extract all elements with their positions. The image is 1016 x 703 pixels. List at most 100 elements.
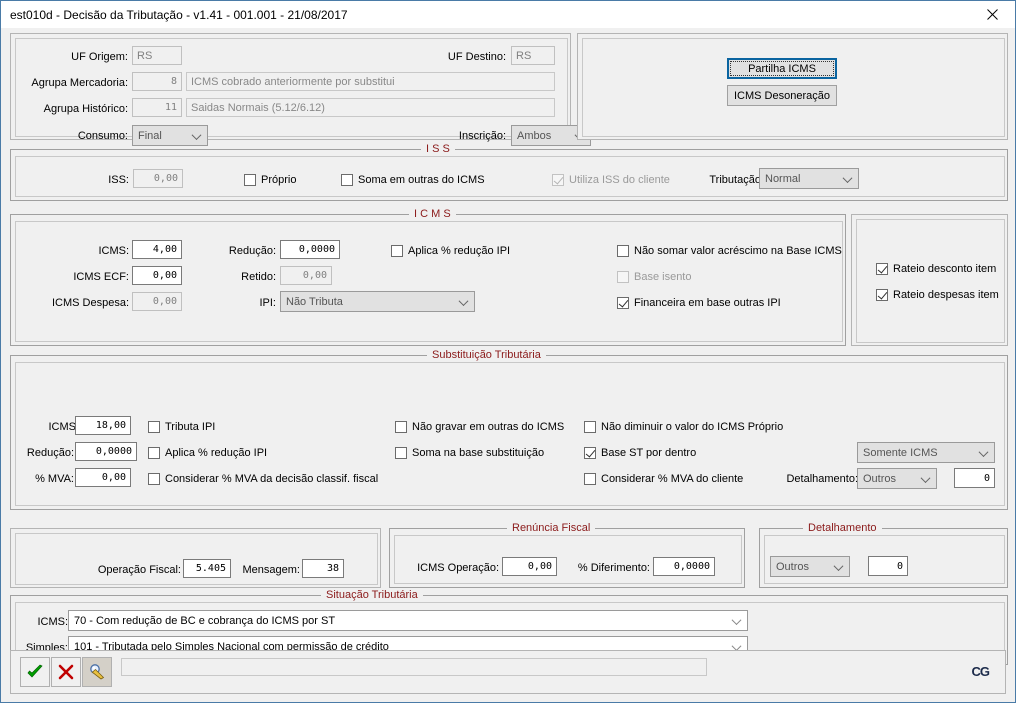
operacao-fiscal-panel: Operação Fiscal: 5.405 Mensagem: 38 xyxy=(10,528,381,588)
nao-somar-acrescimo-checkbox[interactable]: Não somar valor acréscimo na Base ICMS xyxy=(617,244,842,258)
partilha-icms-label: Partilha ICMS xyxy=(748,62,816,75)
check-icon xyxy=(27,664,43,678)
st-reducao-label: Redução: xyxy=(26,447,74,459)
ipi-select[interactable]: Não Tributa xyxy=(280,291,475,312)
considerar-mva-cliente-checkbox[interactable]: Considerar % MVA do cliente xyxy=(584,472,743,486)
substituicao-group-inner: ICMS: 18,00 Redução: 0,0000 % MVA: 0,00 … xyxy=(15,362,1005,506)
status-field[interactable] xyxy=(121,658,707,676)
retido-field[interactable]: 0,00 xyxy=(280,266,332,285)
proprio-label: Próprio xyxy=(261,174,297,186)
nao-diminuir-icms-proprio-checkbox[interactable]: Não diminuir o valor do ICMS Próprio xyxy=(584,420,783,434)
window-title: est010d - Decisão da Tributação - v1.41 … xyxy=(10,7,348,22)
proprio-checkbox[interactable]: Próprio xyxy=(244,173,296,187)
rateio-despesas-item-checkbox[interactable]: Rateio despesas item xyxy=(876,288,999,302)
st-mva-field[interactable]: 0,00 xyxy=(75,468,131,487)
icms-rate-label: ICMS: xyxy=(98,245,129,257)
rateio-desconto-item-checkbox[interactable]: Rateio desconto item xyxy=(876,262,996,276)
st-reducao-field[interactable]: 0,0000 xyxy=(75,442,137,461)
st-detalhamento-select[interactable]: Outros xyxy=(857,468,937,489)
icms-rate-field[interactable]: 4,00 xyxy=(132,240,182,259)
base-st-por-dentro-checkbox[interactable]: Base ST por dentro xyxy=(584,446,696,460)
checkbox-box xyxy=(148,447,160,459)
aplica-reducao-ipi-checkbox[interactable]: Aplica % redução IPI xyxy=(391,244,510,258)
st-mva-label: % MVA: xyxy=(35,473,74,485)
cancel-button[interactable] xyxy=(51,657,81,687)
checkbox-box xyxy=(617,271,629,283)
nao-gravar-outras-icms-checkbox[interactable]: Não gravar em outras do ICMS xyxy=(395,420,564,434)
consumo-label: Consumo: xyxy=(77,130,128,142)
uf-destino-field[interactable]: RS xyxy=(511,46,555,65)
detalhamento-select[interactable]: Outros xyxy=(770,556,850,577)
substituicao-caption: Substituição Tributária xyxy=(427,349,546,361)
agrupa-historico-label: Agrupa Histórico: xyxy=(43,103,128,115)
icms-desoneracao-button[interactable]: ICMS Desoneração xyxy=(727,85,837,106)
base-isento-label: Base isento xyxy=(634,271,692,283)
chevron-down-icon xyxy=(733,641,742,650)
checkbox-box xyxy=(552,174,564,186)
icms-despesa-field[interactable]: 0,00 xyxy=(132,292,182,311)
tributa-ipi-checkbox[interactable]: Tributa IPI xyxy=(148,420,215,434)
confirm-button[interactable] xyxy=(20,657,50,687)
agrupa-mercadoria-label: Agrupa Mercadoria: xyxy=(31,77,128,89)
checkbox-box xyxy=(244,174,256,186)
somente-icms-select[interactable]: Somente ICMS xyxy=(857,442,995,463)
iss-field[interactable]: 0,00 xyxy=(133,169,183,188)
st-icms-field[interactable]: 18,00 xyxy=(75,416,131,435)
st-detalhamento-label: Detalhamento: xyxy=(786,473,858,485)
consumo-select[interactable]: Final xyxy=(132,125,208,146)
checkbox-box xyxy=(617,245,629,257)
title-bar: est010d - Decisão da Tributação - v1.41 … xyxy=(1,1,1015,28)
chevron-down-icon xyxy=(835,561,844,570)
cancel-icon xyxy=(58,664,74,680)
diferimento-field[interactable]: 0,0000 xyxy=(653,557,715,576)
soma-base-substituicao-checkbox[interactable]: Soma na base substituição xyxy=(395,446,544,460)
tributacao-select[interactable]: Normal xyxy=(759,168,859,189)
close-icon[interactable] xyxy=(970,1,1015,28)
utiliza-iss-cliente-label: Utiliza ISS do cliente xyxy=(569,174,670,186)
checkbox-box xyxy=(876,289,888,301)
situacao-icms-select[interactable]: 70 - Com redução de BC e cobrança do ICM… xyxy=(68,610,748,631)
checkbox-box xyxy=(584,447,596,459)
st-detalhamento-code-field[interactable]: 0 xyxy=(954,468,995,488)
consumo-value: Final xyxy=(138,129,162,142)
situacao-icms-value: 70 - Com redução de BC e cobrança do ICM… xyxy=(74,614,336,627)
operacao-fiscal-field[interactable]: 5.405 xyxy=(183,559,231,578)
agrupa-mercadoria-desc-field[interactable]: ICMS cobrado anteriormente por substitui xyxy=(186,72,555,91)
magnifier-pencil-icon xyxy=(90,664,105,680)
rateio-panel-inner: Rateio desconto item Rateio despesas ite… xyxy=(856,219,1005,343)
icms-operacao-field[interactable]: 0,00 xyxy=(502,557,557,576)
st-aplica-reducao-ipi-checkbox[interactable]: Aplica % redução IPI xyxy=(148,446,267,460)
checkbox-box xyxy=(584,473,596,485)
iss-label: ISS: xyxy=(108,174,129,186)
uf-origem-field[interactable]: RS xyxy=(132,46,182,65)
reducao-field[interactable]: 0,0000 xyxy=(280,240,340,259)
considerar-mva-decisao-label: Considerar % MVA da decisão classif. fis… xyxy=(165,473,379,485)
st-icms-label: ICMS: xyxy=(48,421,79,433)
utiliza-iss-cliente-checkbox[interactable]: Utiliza ISS do cliente xyxy=(552,173,670,187)
application-window: est010d - Decisão da Tributação - v1.41 … xyxy=(0,0,1016,703)
agrupa-historico-code-field[interactable]: 11 xyxy=(132,98,182,117)
base-isento-checkbox[interactable]: Base isento xyxy=(617,270,691,284)
situacao-caption: Situação Tributária xyxy=(321,589,423,601)
checkbox-box xyxy=(876,263,888,275)
financeira-base-outras-ipi-checkbox[interactable]: Financeira em base outras IPI xyxy=(617,296,781,310)
icms-caption: I C M S xyxy=(409,208,456,220)
diferimento-label: % Diferimento: xyxy=(577,562,650,574)
detalhamento-code-field[interactable]: 0 xyxy=(868,556,908,576)
agrupa-mercadoria-code-field[interactable]: 8 xyxy=(132,72,182,91)
agrupa-historico-desc-field[interactable]: Saidas Normais (5.12/6.12) xyxy=(186,98,555,117)
soma-outras-icms-checkbox[interactable]: Soma em outras do ICMS xyxy=(341,173,485,187)
close-glyph xyxy=(987,9,998,20)
checkbox-box xyxy=(148,473,160,485)
partilha-icms-button[interactable]: Partilha ICMS xyxy=(727,58,837,79)
chevron-down-icon xyxy=(460,296,469,305)
partilha-panel: Partilha ICMS ICMS Desoneração xyxy=(577,33,1008,140)
inscricao-label: Inscrição: xyxy=(458,130,506,142)
search-button[interactable] xyxy=(82,657,112,687)
considerar-mva-decisao-checkbox[interactable]: Considerar % MVA da decisão classif. fis… xyxy=(148,472,378,486)
mensagem-field[interactable]: 38 xyxy=(302,559,344,578)
icms-ecf-field[interactable]: 0,00 xyxy=(132,266,182,285)
rateio-despesas-item-label: Rateio despesas item xyxy=(893,289,999,301)
operacao-fiscal-label: Operação Fiscal: xyxy=(97,564,181,576)
iss-group: I S S ISS: 0,00 Próprio Soma em outras d… xyxy=(10,143,1008,201)
